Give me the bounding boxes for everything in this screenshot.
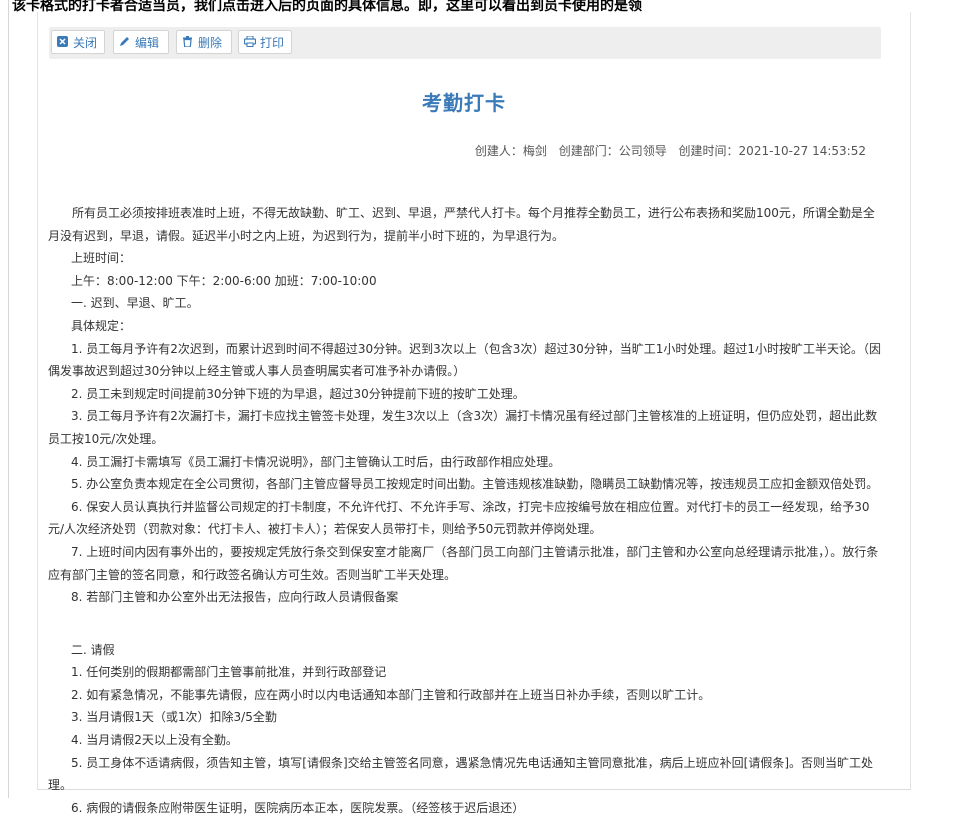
document-body: 所有员工必须按排班表准时上班，不得无故缺勤、旷工、迟到、早退，严禁代人打卡。每个… bbox=[48, 202, 883, 819]
paragraph: 3. 当月请假1天（或1次）扣除3/5全勤 bbox=[71, 710, 277, 725]
edit-icon bbox=[118, 32, 131, 56]
paragraph: 1. 任何类别的假期都需部门主管事前批准，并到行政部登记 bbox=[71, 665, 387, 680]
document-meta: 创建人：梅剑 创建部门：公司领导 创建时间：2021-10-27 14:53:5… bbox=[467, 142, 866, 159]
edit-button-label: 编辑 bbox=[135, 36, 160, 50]
paragraph: 二. 请假 bbox=[71, 642, 115, 657]
close-button[interactable]: 关闭 bbox=[51, 30, 105, 54]
print-icon bbox=[243, 32, 256, 56]
paragraph: 4. 员工漏打卡需填写《员工漏打卡情况说明》，部门主管确认工时后，由行政部作相应… bbox=[71, 454, 561, 469]
print-button[interactable]: 打印 bbox=[238, 30, 292, 54]
paragraph: 所有员工必须按排班表准时上班，不得无故缺勤、旷工、迟到、早退，严禁代人打卡。每个… bbox=[48, 206, 875, 243]
paragraph: 2. 如有紧急情况，不能事先请假，应在两小时以内电话通知本部门主管和行政部并在上… bbox=[71, 687, 711, 702]
paragraph: 上班时间： bbox=[71, 251, 132, 266]
paragraph: 6. 保安人员认真执行并监督公司规定的打卡制度，不允许代打、不允许手写、涂改，打… bbox=[48, 499, 870, 537]
close-icon bbox=[56, 32, 69, 56]
delete-icon bbox=[181, 32, 194, 56]
paragraph: 具体规定： bbox=[71, 318, 132, 333]
paragraph: 7. 上班时间内因有事外出的，要按规定凭放行条交到保安室才能离厂（各部门员工向部… bbox=[48, 544, 879, 582]
paragraph: 5. 办公室负责本规定在全公司贯彻，各部门主管应督导员工按规定时间出勤。主管违规… bbox=[71, 477, 879, 492]
delete-button[interactable]: 删除 bbox=[176, 30, 232, 54]
meta-created-time: 创建时间：2021-10-27 14:53:52 bbox=[678, 144, 866, 158]
delete-button-label: 删除 bbox=[198, 36, 223, 50]
document-title: 考勤打卡 bbox=[422, 91, 506, 115]
meta-department: 创建部门：公司领导 bbox=[558, 144, 667, 158]
edit-button[interactable]: 编辑 bbox=[113, 30, 169, 54]
paragraph: 1. 员工每月予许有2次迟到，而累计迟到时间不得超过30分钟。迟到3次以上（包含… bbox=[48, 341, 881, 379]
meta-creator: 创建人：梅剑 bbox=[474, 144, 547, 158]
paragraph: 8. 若部门主管和办公室外出无法报告，应向行政人员请假备案 bbox=[71, 590, 399, 605]
print-button-label: 打印 bbox=[260, 36, 285, 50]
paragraph: 2. 员工未到规定时间提前30分钟下班的为早退，超过30分钟提前下班的按旷工处理… bbox=[71, 386, 525, 401]
paragraph: 5. 员工身体不适请病假，须告知主管，填写[请假条]交给主管签名同意，遇紧急情况… bbox=[48, 755, 873, 793]
document-panel: 关闭 编辑 删除 打印 考勤打卡 创建人：梅剑 创建部门：公司领导 创建时间：2… bbox=[37, 12, 911, 815]
paragraph: 6. 病假的请假条应附带医生证明，医院病历本正本，医院发票。（经签核于迟后退还） bbox=[71, 800, 525, 815]
paragraph: 4. 当月请假2天以上没有全勤。 bbox=[71, 733, 238, 748]
toolbar: 关闭 编辑 删除 打印 bbox=[49, 27, 881, 59]
paragraph: 一. 迟到、早退、旷工。 bbox=[71, 296, 199, 311]
paragraph: 3. 员工每月予许有2次漏打卡，漏打卡应找主管签卡处理，发生3次以上（含3次）漏… bbox=[48, 409, 878, 446]
top-cutoff-text: 该卡格式的打卡者合适当员，我们点击进入后的页面的具体信息。即，这里可以看出到员卡… bbox=[12, 0, 642, 12]
close-button-label: 关闭 bbox=[73, 36, 98, 50]
left-border-line bbox=[8, 0, 9, 798]
paragraph: 上午：8:00-12:00 下午：2:00-6:00 加班：7:00-10:00 bbox=[71, 273, 377, 288]
